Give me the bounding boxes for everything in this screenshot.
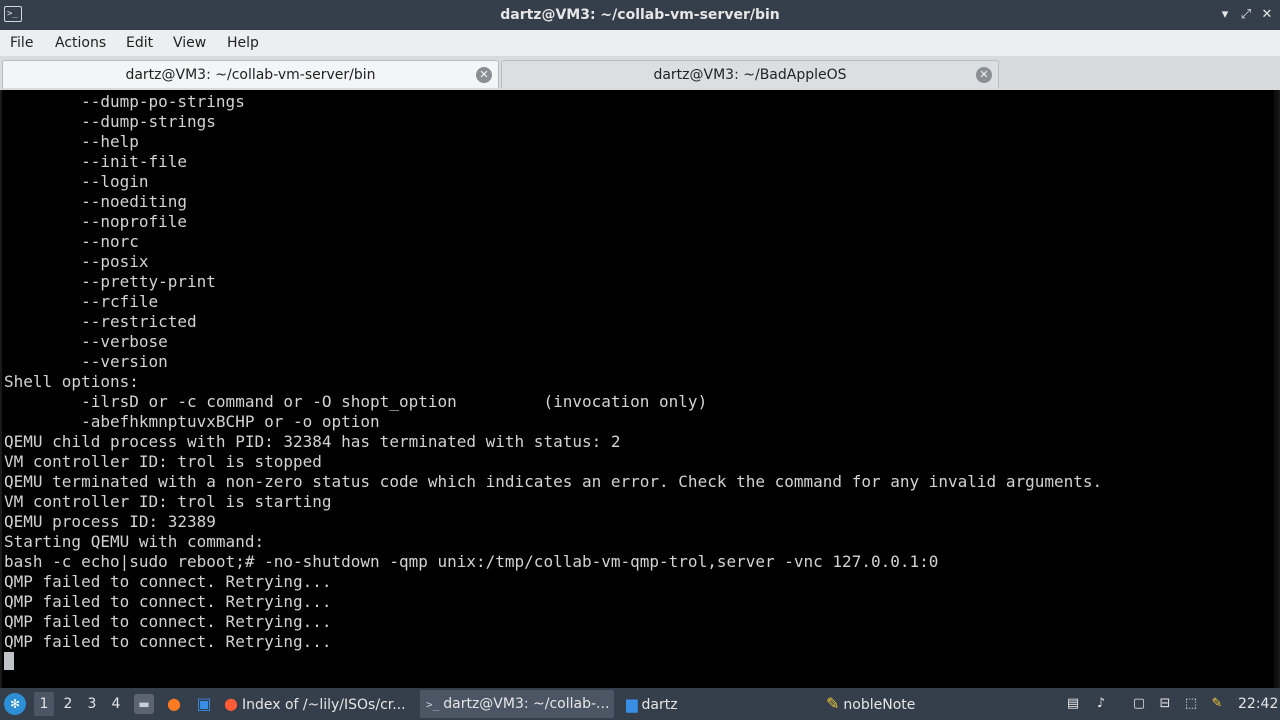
keyboard-icon[interactable]: ▤ [1064, 694, 1082, 714]
task-noblenote[interactable]: ✎ nobleNote [822, 690, 1022, 718]
terminal-line: --rcfile [4, 292, 159, 311]
tab-collab-vm-server[interactable]: dartz@VM3: ~/collab-vm-server/bin ✕ [2, 60, 499, 88]
start-menu-icon[interactable]: ✻ [4, 693, 26, 715]
tab-label: dartz@VM3: ~/BadAppleOS [653, 67, 847, 83]
tab-close-icon[interactable]: ✕ [476, 67, 492, 83]
firefox-icon: ● [224, 694, 238, 713]
terminal-scrollbar[interactable] [1274, 90, 1278, 688]
tab-badappleos[interactable]: dartz@VM3: ~/BadAppleOS ✕ [501, 60, 999, 88]
notes-icon: ✎ [826, 694, 840, 713]
task-firefox[interactable]: ● Index of /~lily/ISOs/cr... [222, 690, 412, 718]
tab-label: dartz@VM3: ~/collab-vm-server/bin [125, 67, 376, 83]
tab-close-icon[interactable]: ✕ [976, 67, 992, 83]
menu-edit[interactable]: Edit [126, 30, 153, 56]
terminal-line: Shell options: [4, 372, 139, 391]
terminal-line: --noediting [4, 192, 188, 211]
terminal-line: --dump-po-strings [4, 92, 245, 111]
terminal-line: QEMU terminated with a non-zero status c… [4, 472, 1103, 491]
clipboard-icon[interactable]: ▢ [1130, 694, 1148, 714]
terminal-line: bash -c echo|sudo reboot;# -no-shutdown … [4, 552, 939, 571]
window-list-icon[interactable]: ▣ [194, 694, 214, 714]
terminal-lines: --dump-po-strings --dump-strings --help … [4, 92, 1102, 652]
terminal-cursor [4, 652, 14, 670]
terminal-line: --dump-strings [4, 112, 216, 131]
workspace-1[interactable]: 1 [34, 692, 54, 716]
terminal-line: --version [4, 352, 168, 371]
bluetooth-icon[interactable]: ⬚ [1182, 694, 1200, 714]
task-file-manager[interactable]: ▆ dartz [622, 690, 812, 718]
terminal-line: QEMU process ID: 32389 [4, 512, 216, 531]
taskbar: ✻ 1 2 3 4 ▬ ● ▣ ● Index of /~lily/ISOs/cr… [0, 688, 1280, 720]
workspace-3[interactable]: 3 [82, 692, 102, 716]
tab-bar: dartz@VM3: ~/collab-vm-server/bin ✕ dart… [0, 56, 1280, 90]
minimize-icon[interactable]: ▾ [1216, 6, 1234, 24]
terminal-line: --norc [4, 232, 139, 251]
task-label: dartz@VM3: ~/collab-... [443, 696, 610, 712]
terminal-line: QEMU child process with PID: 32384 has t… [4, 432, 621, 451]
menu-actions[interactable]: Actions [55, 30, 106, 56]
terminal-line: QMP failed to connect. Retrying... [4, 592, 332, 611]
terminal-line: --init-file [4, 152, 188, 171]
network-icon[interactable]: ⊟ [1156, 694, 1174, 714]
terminal-line: --posix [4, 252, 149, 271]
terminal-line: QMP failed to connect. Retrying... [4, 572, 332, 591]
terminal-line: --verbose [4, 332, 168, 351]
terminal-icon: >_ [426, 698, 440, 711]
menu-view[interactable]: View [173, 30, 206, 56]
window-title: dartz@VM3: ~/collab-vm-server/bin [500, 7, 780, 23]
terminal-line: VM controller ID: trol is starting [4, 492, 332, 511]
terminal-line: QMP failed to connect. Retrying... [4, 632, 332, 651]
volume-icon[interactable]: ♪ [1092, 694, 1110, 714]
workspace-4[interactable]: 4 [106, 692, 126, 716]
task-label: Index of /~lily/ISOs/cr... [241, 697, 406, 713]
task-label: dartz [641, 697, 678, 713]
terminal-line: --login [4, 172, 149, 191]
close-icon[interactable]: ✕ [1258, 6, 1276, 24]
firefox-icon[interactable]: ● [164, 694, 184, 714]
notes-tray-icon[interactable]: ✎ [1208, 694, 1226, 714]
terminal-line: Starting QEMU with command: [4, 532, 265, 551]
show-desktop-icon[interactable]: ▬ [134, 694, 154, 714]
terminal-line: --pretty-print [4, 272, 216, 291]
terminal-output[interactable]: --dump-po-strings --dump-strings --help … [0, 90, 1280, 688]
terminal-line: -ilrsD or -c command or -O shopt_option … [4, 392, 708, 411]
task-terminal[interactable]: >_ dartz@VM3: ~/collab-... [420, 690, 614, 718]
folder-icon: ▆ [626, 695, 638, 713]
terminal-line: -abefhkmnptuvxBCHP or -o option [4, 412, 380, 431]
clock[interactable]: 22:42 [1238, 688, 1278, 720]
terminal-line: --help [4, 132, 139, 151]
maximize-icon[interactable]: ⤢ [1237, 6, 1255, 24]
window-titlebar[interactable]: >_ dartz@VM3: ~/collab-vm-server/bin ▾ ⤢… [0, 0, 1280, 30]
terminal-line: --noprofile [4, 212, 188, 231]
terminal-line: --restricted [4, 312, 197, 331]
menu-help[interactable]: Help [227, 30, 259, 56]
menu-file[interactable]: File [10, 30, 33, 56]
menu-bar: File Actions Edit View Help [0, 30, 1280, 56]
terminal-line: VM controller ID: trol is stopped [4, 452, 322, 471]
task-label: nobleNote [843, 697, 916, 713]
terminal-line: QMP failed to connect. Retrying... [4, 612, 332, 631]
workspace-2[interactable]: 2 [58, 692, 78, 716]
